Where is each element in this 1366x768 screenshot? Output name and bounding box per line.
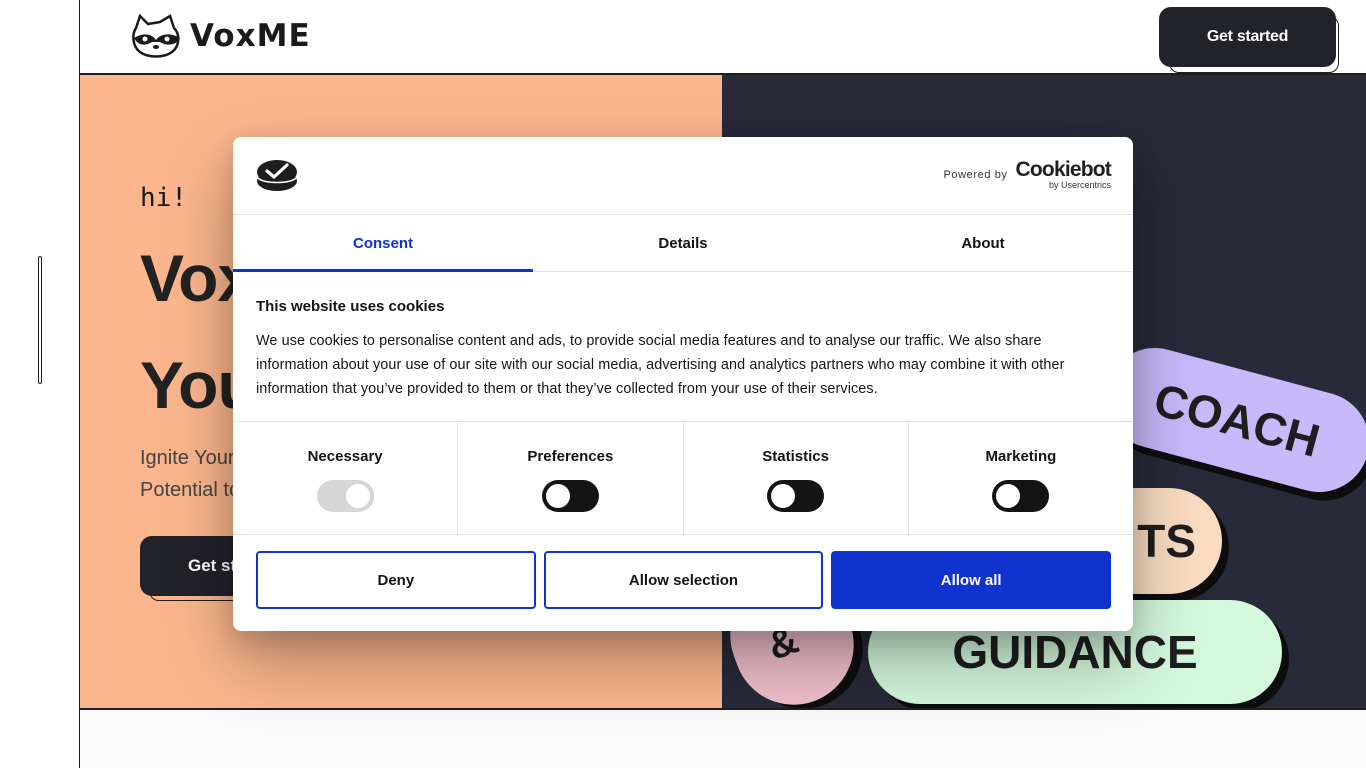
toggle-knob [996, 484, 1021, 508]
header-get-started[interactable]: Get started [1159, 7, 1339, 73]
marketing-toggle[interactable] [992, 480, 1050, 512]
category-label: Statistics [762, 448, 829, 465]
powered-by[interactable]: Powered by Cookiebot by Usercentrics [943, 159, 1111, 190]
statistics-toggle[interactable] [767, 480, 825, 512]
raccoon-logo-icon [132, 14, 180, 58]
allow-selection-button[interactable]: Allow selection [543, 551, 824, 609]
dialog-tabs: Consent Details About [233, 215, 1133, 272]
cookiebot-name: Cookiebot [1015, 158, 1112, 181]
cookie-categories: Necessary Preferences Statistics Marketi… [233, 422, 1133, 535]
pill-coach: COACH [1093, 336, 1366, 504]
tab-about[interactable]: About [833, 215, 1133, 271]
tab-details[interactable]: Details [533, 215, 833, 271]
site-header: VoxME Get started [80, 0, 1366, 75]
dialog-actions: Deny Allow selection Allow all [233, 535, 1133, 609]
dialog-heading: This website uses cookies [256, 298, 445, 315]
brand-name: VoxME [190, 18, 311, 54]
cookiebot-logo: Cookiebot by Usercentrics [1015, 158, 1112, 190]
preferences-toggle[interactable] [541, 480, 599, 512]
toggle-knob [771, 484, 796, 508]
necessary-toggle [316, 480, 374, 512]
cookiebot-sub: by Usercentrics [1048, 180, 1111, 190]
hero-greeting: hi! [140, 183, 187, 213]
category-marketing: Marketing [909, 422, 1133, 534]
deny-button[interactable]: Deny [256, 551, 536, 609]
category-preferences: Preferences [458, 422, 684, 534]
category-statistics: Statistics [684, 422, 909, 534]
allow-all-button[interactable]: Allow all [831, 551, 1112, 609]
next-section [80, 710, 1366, 768]
cookie-check-icon [257, 160, 297, 191]
category-label: Preferences [527, 448, 614, 465]
category-label: Necessary [307, 448, 383, 465]
get-started-button[interactable]: Get started [1159, 7, 1336, 67]
dialog-body: This website uses cookies We use cookies… [233, 272, 1133, 422]
toggle-knob [545, 484, 570, 508]
site-logo[interactable]: VoxME [130, 14, 311, 58]
category-label: Marketing [985, 448, 1057, 465]
scroll-indicator[interactable] [38, 256, 42, 384]
cookie-consent-dialog: Powered by Cookiebot by Usercentrics Con… [233, 137, 1133, 631]
toggle-knob [345, 484, 370, 508]
powered-by-label: Powered by [943, 168, 1008, 181]
tab-consent[interactable]: Consent [233, 215, 533, 272]
dialog-header: Powered by Cookiebot by Usercentrics [233, 137, 1133, 215]
page: VoxME Get started hi! Vox You Ignite You… [0, 0, 1366, 768]
category-necessary: Necessary [233, 422, 459, 534]
dialog-text: We use cookies to personalise content an… [256, 333, 1065, 397]
left-gutter [0, 0, 80, 768]
